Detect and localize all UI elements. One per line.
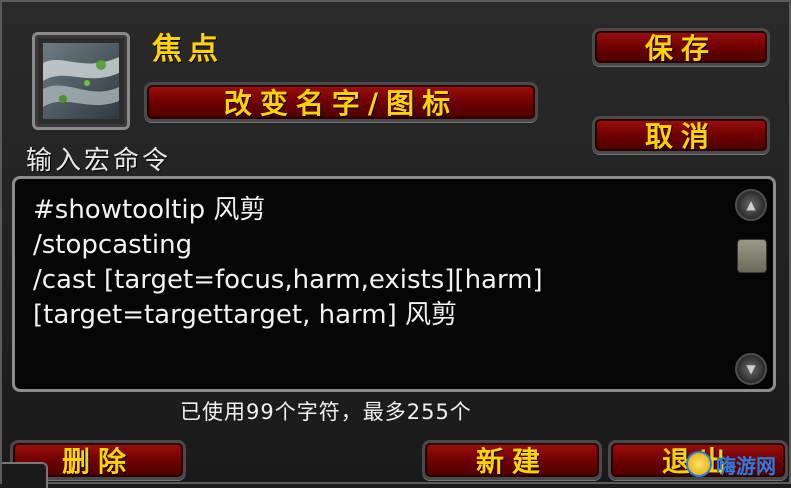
arrow-up-icon: ▲ [746,198,756,212]
rename-button[interactable]: 改变名字/图标 [144,82,538,122]
enter-macro-label: 输入宏命令 [26,146,172,176]
macro-text[interactable]: #showtooltip 风剪 /stopcasting /cast [targ… [33,193,723,333]
arrow-down-icon: ▼ [746,362,756,376]
macro-icon [43,43,119,119]
watermark: 嗨游网 [686,446,790,482]
macro-frame: 焦点 改变名字/图标 保存 取消 输入宏命令 #showtooltip 风剪 /… [0,0,791,488]
macro-line: [target=targettarget, harm] 风剪 [33,300,457,330]
watermark-text: 嗨游网 [716,453,776,478]
corner-decoration [2,462,48,488]
macro-text-area[interactable]: #showtooltip 风剪 /stopcasting /cast [targ… [12,176,776,392]
scrollbar[interactable]: ▲ ▼ [735,189,767,385]
macro-line: /stopcasting [33,230,193,260]
scroll-up-button[interactable]: ▲ [735,189,767,221]
macro-line: #showtooltip 风剪 [33,195,266,225]
smiley-logo-icon [686,451,712,477]
macro-name: 焦点 [152,32,224,67]
new-button[interactable]: 新建 [422,440,602,480]
cancel-button[interactable]: 取消 [592,116,770,154]
save-button[interactable]: 保存 [592,28,770,66]
scroll-thumb[interactable] [737,239,767,273]
macro-line: /cast [target=focus,harm,exists][harm] [33,265,543,295]
macro-icon-slot[interactable] [32,32,130,130]
character-count: 已使用99个字符，最多255个 [180,400,472,424]
scroll-down-button[interactable]: ▼ [735,353,767,385]
